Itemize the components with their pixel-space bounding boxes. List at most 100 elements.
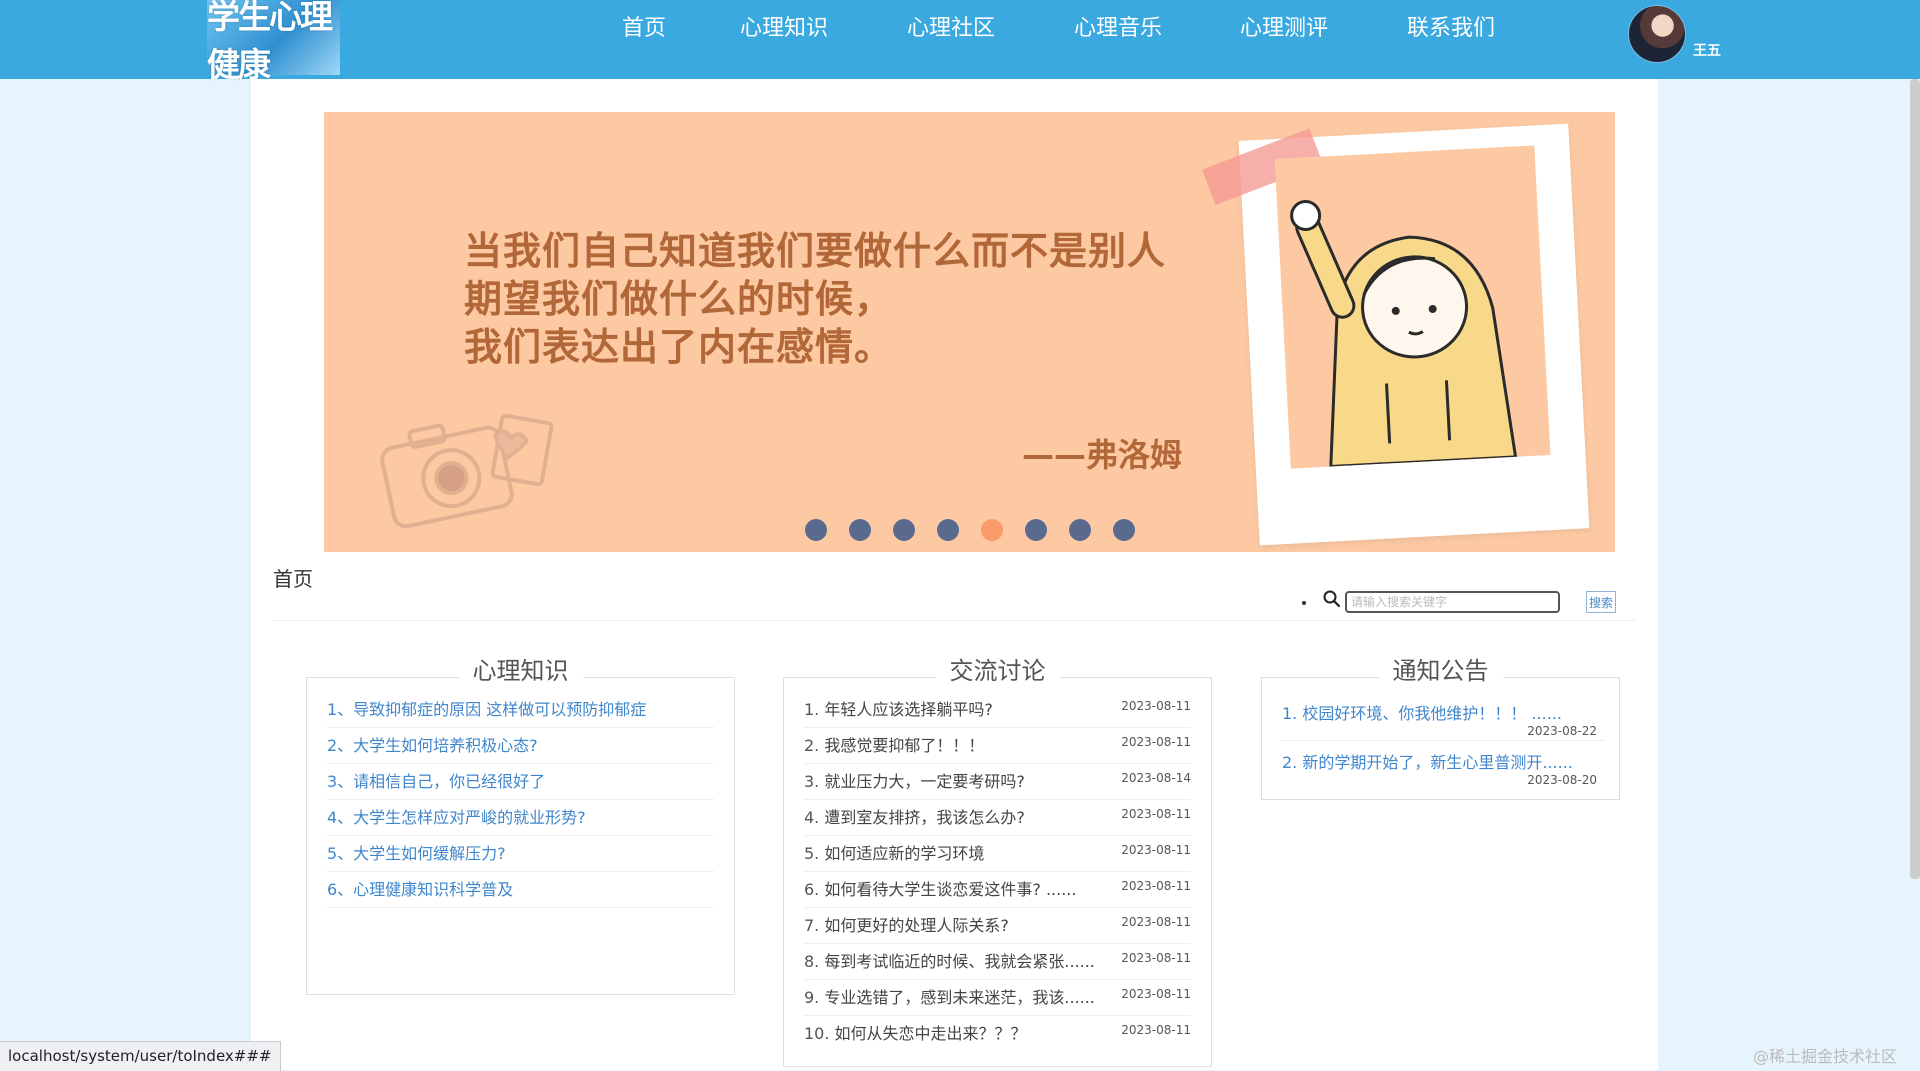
carousel-indicators — [324, 519, 1615, 543]
notice-link[interactable]: 1. 校园好环境、你我他维护！！！ ...... — [1282, 692, 1605, 724]
breadcrumb: 首页 — [273, 567, 313, 591]
site-logo[interactable]: 学生心理健康 — [207, 0, 340, 84]
carousel-dot[interactable] — [892, 519, 915, 541]
list-item: 6、心理健康知识科学普及 — [327, 872, 714, 908]
top-header: 学生心理健康 首页 心理知识 心理社区 心理音乐 心理测评 联系我们 王五 — [0, 0, 1920, 84]
notice-panel: 通知公告 1. 校园好环境、你我他维护！！！ ...... 2023-08-22… — [1261, 657, 1620, 800]
carousel-dot[interactable] — [936, 519, 959, 541]
watermark: @稀土掘金技术社区 — [1753, 1047, 1898, 1066]
quote-line: 当我们自己知道我们要做什么而不是别人 — [464, 229, 1167, 273]
banner-carousel[interactable]: 当我们自己知道我们要做什么而不是别人 期望我们做什么的时候， 我们表达出了内在感… — [324, 112, 1615, 552]
nav-item-assessment[interactable]: 心理测评 — [1240, 14, 1328, 44]
quote-line: 我们表达出了内在感情。 — [464, 325, 894, 369]
knowledge-link[interactable]: 5、大学生如何缓解压力? — [327, 844, 506, 863]
item-date: 2023-08-11 — [1121, 843, 1191, 857]
main-content: 当我们自己知道我们要做什么而不是别人 期望我们做什么的时候， 我们表达出了内在感… — [251, 79, 1658, 1070]
knowledge-link[interactable]: 2、大学生如何培养积极心态? — [327, 736, 538, 755]
list-item: 7. 如何更好的处理人际关系? 2023-08-11 — [804, 908, 1191, 944]
discussion-link[interactable]: 每到考试临近的时候、我就会紧张...... — [824, 952, 1095, 971]
item-date: 2023-08-11 — [1121, 915, 1191, 929]
list-item: 1. 校园好环境、你我他维护！！！ ...... 2023-08-22 — [1282, 692, 1605, 741]
item-date: 2023-08-11 — [1121, 951, 1191, 965]
discussion-link[interactable]: 我感觉要抑郁了！！！ — [824, 736, 984, 755]
notice-list: 1. 校园好环境、你我他维护！！！ ...... 2023-08-22 2. 新… — [1282, 692, 1605, 789]
item-number: 8. — [804, 952, 820, 971]
discussion-link[interactable]: 专业选错了，感到未来迷茫，我该...... — [824, 988, 1095, 1007]
item-number: 10. — [804, 1024, 830, 1043]
search-input[interactable] — [1345, 591, 1560, 613]
list-item: 10. 如何从失恋中走出来？？？ 2023-08-11 — [804, 1016, 1191, 1051]
notice-title: 通知公告 — [1378, 657, 1503, 685]
list-item: 3. 就业压力大，一定要考研吗? 2023-08-14 — [804, 764, 1191, 800]
notice-date: 2023-08-20 — [1527, 773, 1597, 787]
discussion-link[interactable]: 如何更好的处理人际关系? — [824, 916, 1009, 935]
divider — [273, 620, 1636, 621]
nav-item-contact[interactable]: 联系我们 — [1407, 14, 1495, 44]
panel-title: 心理知识 — [307, 656, 734, 686]
username[interactable]: 王五 — [1693, 40, 1721, 60]
list-item: 4. 遭到室友排挤，我该怎么办? 2023-08-11 — [804, 800, 1191, 836]
nav-item-home[interactable]: 首页 — [622, 14, 666, 44]
list-item: 5. 如何适应新的学习环境 2023-08-11 — [804, 836, 1191, 872]
item-number: 1. — [804, 700, 820, 719]
carousel-dot[interactable] — [980, 519, 1003, 541]
knowledge-title: 心理知识 — [458, 657, 583, 685]
item-number: 2. — [804, 736, 820, 755]
item-date: 2023-08-11 — [1121, 735, 1191, 749]
list-item: 8. 每到考试临近的时候、我就会紧张...... 2023-08-11 — [804, 944, 1191, 980]
polaroid-illustration — [1202, 123, 1590, 546]
quote-line: 期望我们做什么的时候， — [464, 277, 894, 321]
discussion-link[interactable]: 年轻人应该选择躺平吗? — [824, 700, 993, 719]
notice-date: 2023-08-22 — [1527, 724, 1597, 738]
knowledge-link[interactable]: 1、导致抑郁症的原因 这样做可以预防抑郁症 — [327, 700, 646, 719]
item-date: 2023-08-11 — [1121, 987, 1191, 1001]
knowledge-link[interactable]: 6、心理健康知识科学普及 — [327, 880, 513, 899]
search-button[interactable]: 搜索 — [1586, 591, 1616, 613]
carousel-dot[interactable] — [1112, 519, 1135, 541]
discussion-link[interactable]: 如何适应新的学习环境 — [824, 844, 984, 863]
knowledge-list: 1、导致抑郁症的原因 这样做可以预防抑郁症 2、大学生如何培养积极心态? 3、请… — [327, 692, 714, 908]
item-number: 3. — [804, 772, 820, 791]
knowledge-link[interactable]: 4、大学生怎样应对严峻的就业形势? — [327, 808, 586, 827]
carousel-dot[interactable] — [1024, 519, 1047, 541]
discussion-link[interactable]: 就业压力大，一定要考研吗? — [824, 772, 1025, 791]
quote-author: ——弗洛姆 — [1022, 436, 1183, 474]
illustration-frame — [1274, 145, 1551, 469]
panel-title: 通知公告 — [1262, 656, 1619, 686]
nav-item-community[interactable]: 心理社区 — [907, 14, 995, 44]
item-number: 7. — [804, 916, 820, 935]
carousel-dot[interactable] — [848, 519, 871, 541]
discussion-title: 交流讨论 — [935, 657, 1060, 685]
banner-quote: 当我们自己知道我们要做什么而不是别人 期望我们做什么的时候， 我们表达出了内在感… — [464, 227, 1166, 371]
item-date: 2023-08-14 — [1121, 771, 1191, 785]
discussion-panel: 交流讨论 1. 年轻人应该选择躺平吗? 2023-08-11 2. 我感觉要抑郁了！… — [783, 657, 1212, 1067]
item-number: 6. — [804, 880, 820, 899]
browser-status-bar: localhost/system/user/toIndex### — [0, 1041, 281, 1071]
page-scrollbar[interactable] — [1910, 79, 1920, 879]
discussion-link[interactable]: 遭到室友排挤，我该怎么办? — [824, 808, 1025, 827]
list-item: 2. 新的学期开始了，新生心里普测开...... 2023-08-20 — [1282, 741, 1605, 789]
item-date: 2023-08-11 — [1121, 879, 1191, 893]
item-date: 2023-08-11 — [1121, 699, 1191, 713]
carousel-dot[interactable] — [1068, 519, 1091, 541]
discussion-link[interactable]: 如何看待大学生谈恋爱这件事? ...... — [824, 880, 1076, 899]
search-icon — [1323, 590, 1341, 608]
knowledge-panel: 心理知识 1、导致抑郁症的原因 这样做可以预防抑郁症 2、大学生如何培养积极心态… — [306, 657, 735, 995]
list-item: 3、请相信自己，你已经很好了 — [327, 764, 714, 800]
bullet-dot — [1302, 601, 1306, 605]
list-item: 1、导致抑郁症的原因 这样做可以预防抑郁症 — [327, 692, 714, 728]
avatar[interactable] — [1628, 5, 1686, 63]
camera-icon — [380, 413, 554, 529]
notice-link[interactable]: 2. 新的学期开始了，新生心里普测开...... — [1282, 741, 1605, 773]
item-number: 9. — [804, 988, 820, 1007]
nav-item-knowledge[interactable]: 心理知识 — [740, 14, 828, 44]
knowledge-link[interactable]: 3、请相信自己，你已经很好了 — [327, 772, 545, 791]
carousel-dot[interactable] — [804, 519, 827, 541]
nav-item-music[interactable]: 心理音乐 — [1074, 14, 1162, 44]
list-item: 9. 专业选错了，感到未来迷茫，我该...... 2023-08-11 — [804, 980, 1191, 1016]
item-number: 5. — [804, 844, 820, 863]
discussion-link[interactable]: 如何从失恋中走出来？？？ — [835, 1024, 1027, 1043]
list-item: 4、大学生怎样应对严峻的就业形势? — [327, 800, 714, 836]
item-date: 2023-08-11 — [1121, 807, 1191, 821]
list-item: 6. 如何看待大学生谈恋爱这件事? ...... 2023-08-11 — [804, 872, 1191, 908]
